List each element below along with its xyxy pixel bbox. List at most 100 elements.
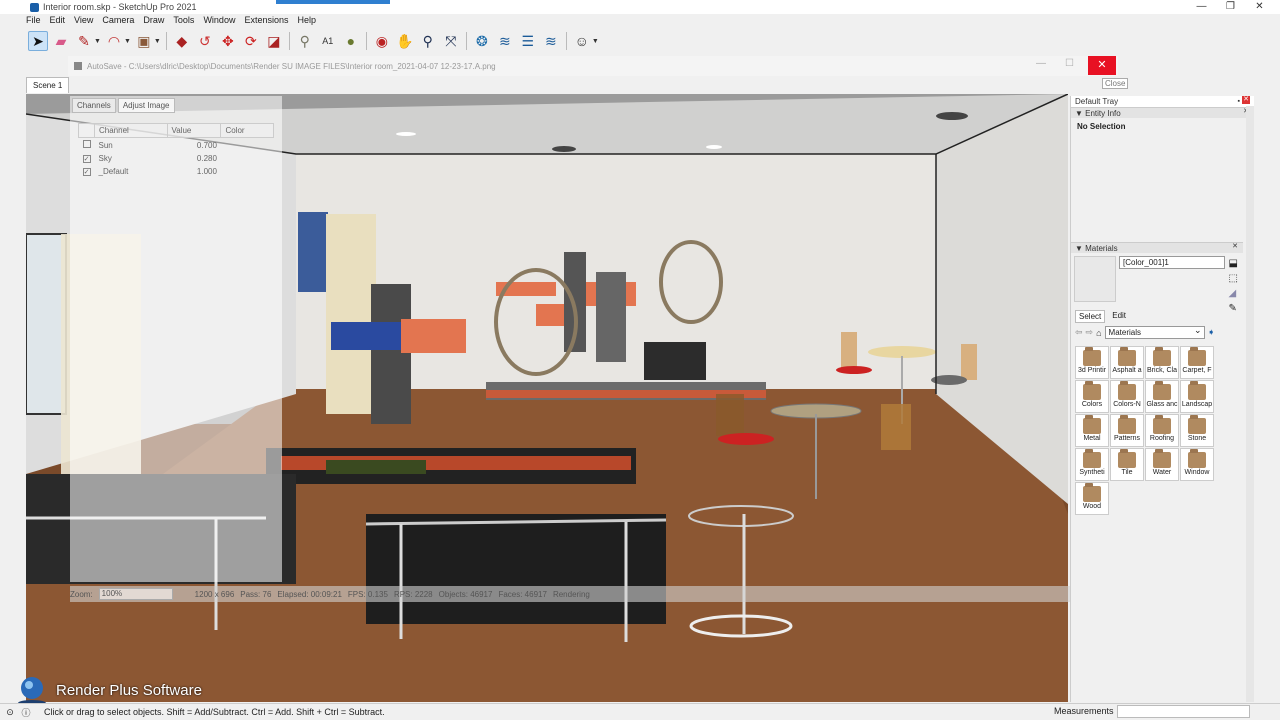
material-folder[interactable]: Water [1145, 448, 1179, 481]
material-folder[interactable]: Patterns [1110, 414, 1144, 447]
window-title: Interior room.skp - SketchUp Pro 2021 [43, 2, 197, 12]
zoom-icon[interactable]: ⚲ [418, 31, 438, 51]
scene-tab[interactable]: Scene 1 [26, 77, 70, 93]
tray-title-bar: Default Tray ▪ ✕ [1071, 96, 1254, 107]
channel-checkbox[interactable]: ✓ [82, 155, 91, 163]
push-pull-icon[interactable]: ◆ [172, 31, 192, 51]
sections-icon[interactable]: ≋ [541, 31, 561, 51]
render-maximize-button[interactable]: ☐ [1065, 58, 1074, 69]
menu-tools[interactable]: Tools [173, 15, 194, 29]
material-folder[interactable]: Syntheti [1075, 448, 1109, 481]
render-close-button[interactable]: ✕ [1088, 56, 1116, 75]
home-icon[interactable]: ⌂ [1096, 328, 1101, 338]
close-icon[interactable]: ✕ [1231, 243, 1239, 251]
menu-extensions[interactable]: Extensions [244, 15, 288, 29]
render-minimize-button[interactable]: — [1036, 58, 1046, 69]
pencil-icon[interactable]: ✎ [74, 31, 94, 51]
material-folder[interactable]: Colors-N [1110, 380, 1144, 413]
account-icon[interactable]: ☺ [572, 31, 592, 51]
folder-icon [1188, 449, 1206, 468]
material-folder[interactable]: Tile [1110, 448, 1144, 481]
zoom-label: Zoom: [70, 589, 93, 599]
sample-paint-icon[interactable]: ◢ [1229, 288, 1238, 299]
text-icon[interactable]: A1 [318, 31, 338, 51]
menu-window[interactable]: Window [203, 15, 235, 29]
right-edge-panel [1255, 96, 1280, 702]
tab-edit[interactable]: Edit [1109, 310, 1129, 323]
table-row[interactable]: ✓ Sky 0.280 [79, 152, 274, 165]
menu-help[interactable]: Help [297, 15, 316, 29]
geo-location-icon[interactable]: ⊙ [4, 707, 16, 718]
material-folder[interactable]: Metal [1075, 414, 1109, 447]
shape-icon[interactable]: ▣ [134, 31, 154, 51]
folder-icon [1188, 347, 1206, 366]
render-elapsed: Elapsed: 00:09:21 [277, 589, 342, 599]
col-channel: Channel [94, 123, 168, 138]
menu-view[interactable]: View [74, 15, 93, 29]
material-folder[interactable]: Carpet, F [1180, 346, 1214, 379]
materials-header[interactable]: ▼ Materials ✕ [1071, 242, 1243, 253]
col-color: Color [220, 123, 274, 138]
material-folder[interactable]: 3d Printir [1075, 346, 1109, 379]
table-row[interactable]: ✓ _Default 1.000 [79, 165, 274, 178]
restore-button[interactable]: ❐ [1216, 0, 1245, 13]
orbit-icon[interactable]: ◉ [372, 31, 392, 51]
move-icon[interactable]: ✥ [218, 31, 238, 51]
close-button[interactable]: ✕ [1245, 0, 1274, 13]
folder-icon [1118, 347, 1136, 366]
rotate-icon[interactable]: ⟳ [241, 31, 261, 51]
details-icon[interactable]: ➧ [1208, 327, 1216, 338]
eraser-icon[interactable]: ▰ [51, 31, 71, 51]
pan-icon[interactable]: ✋ [395, 31, 415, 51]
tab-adjust-image[interactable]: Adjust Image [117, 98, 175, 113]
measurements-input[interactable] [1117, 705, 1250, 718]
material-folder[interactable]: Asphalt a [1110, 346, 1144, 379]
material-folder[interactable]: Landscap [1180, 380, 1214, 413]
table-row[interactable]: Sun 0.700 [79, 138, 274, 153]
folder-icon [1188, 381, 1206, 400]
arc-icon[interactable]: ◠ [104, 31, 124, 51]
channel-checkbox[interactable]: ✓ [82, 168, 91, 176]
follow-me-icon[interactable]: ↺ [195, 31, 215, 51]
render-fps: FPS: 0.135 [347, 589, 388, 599]
eyedropper-icon[interactable]: ✎ [1229, 303, 1238, 314]
material-folder[interactable]: Roofing [1145, 414, 1179, 447]
pin-icon[interactable]: ▪ [1238, 96, 1240, 107]
forward-icon[interactable]: ⇨ [1086, 327, 1094, 338]
entity-info-header[interactable]: ▼ Entity Info ✕ [1071, 107, 1254, 118]
tab-select[interactable]: Select [1075, 310, 1106, 323]
material-folder[interactable]: Window [1180, 448, 1214, 481]
create-material-icon[interactable]: ⬚ [1229, 273, 1238, 284]
tray-scrollbar[interactable] [1246, 106, 1254, 702]
layers-icon[interactable]: ≋ [495, 31, 515, 51]
zoom-dropdown[interactable]: 100% [98, 588, 173, 600]
tray-close-icon[interactable]: ✕ [1242, 96, 1250, 104]
tape-icon[interactable]: ⚲ [295, 31, 315, 51]
back-icon[interactable]: ⇦ [1075, 327, 1083, 338]
info-icon[interactable]: ⓘ [20, 706, 32, 719]
minimize-button[interactable]: — [1187, 0, 1216, 13]
menu-edit[interactable]: Edit [50, 15, 66, 29]
material-folder[interactable]: Colors [1075, 380, 1109, 413]
menu-file[interactable]: File [26, 15, 41, 29]
channel-checkbox[interactable] [82, 140, 91, 148]
scale-icon[interactable]: ◪ [264, 31, 284, 51]
render-state: Rendering [552, 589, 590, 599]
menu-draw[interactable]: Draw [143, 15, 164, 29]
material-folder[interactable]: Glass anc [1145, 380, 1179, 413]
paint-icon[interactable]: ● [341, 31, 361, 51]
material-folder[interactable]: Wood [1075, 482, 1109, 515]
materials-grid: 3d Printir Asphalt a Brick, Cla Carpet, … [1075, 346, 1215, 515]
material-folder[interactable]: Stone [1180, 414, 1214, 447]
menu-camera[interactable]: Camera [102, 15, 134, 29]
components-icon[interactable]: ❂ [472, 31, 492, 51]
display-secondary-icon[interactable]: ⬓ [1229, 258, 1238, 269]
select-icon[interactable]: ➤ [28, 31, 48, 51]
tab-channels[interactable]: Channels [72, 98, 116, 113]
zoom-extents-icon[interactable]: ⤧ [441, 31, 461, 51]
material-folder[interactable]: Brick, Cla [1145, 346, 1179, 379]
render-window-titlebar[interactable]: AutoSave - C:\Users\dlric\Desktop\Docume… [68, 56, 1118, 76]
styles-icon[interactable]: ☰ [518, 31, 538, 51]
material-name-field[interactable]: [Color_001]1 [1119, 256, 1225, 269]
library-dropdown[interactable]: Materials [1104, 325, 1205, 339]
